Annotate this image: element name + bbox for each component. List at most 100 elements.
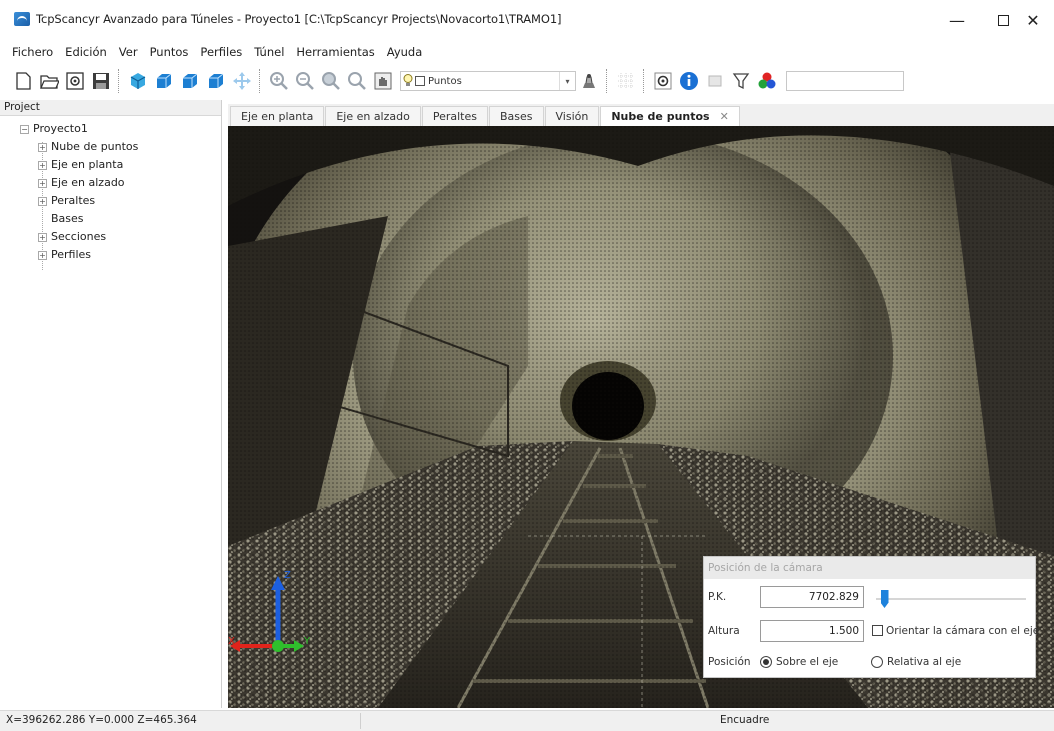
light-bulb-icon [403, 74, 413, 86]
orient-camera-checkbox[interactable] [872, 625, 883, 636]
expand-icon[interactable]: + [38, 160, 47, 170]
document-tabs: Eje en planta Eje en alzado Peraltes Bas… [228, 104, 1054, 126]
tree-item-label: Nube de puntos [51, 140, 139, 153]
camera-panel-title: Posición de la cámara [704, 557, 1035, 579]
tab-eje-en-alzado[interactable]: Eje en alzado [325, 106, 421, 126]
cube-view-icon[interactable] [126, 69, 150, 93]
project-tree: − Proyecto1 + Nube de puntos + Eje en plant… [0, 116, 221, 270]
tree-item-bases[interactable]: Bases [0, 210, 221, 228]
tree-item-eje-en-planta[interactable]: + Eje en planta [0, 156, 221, 174]
relative-axis-radio[interactable] [871, 656, 883, 668]
grid-icon[interactable] [614, 69, 638, 93]
tab-bases[interactable]: Bases [488, 106, 544, 126]
height-row: Altura 1.500 Orientar la cámara con el e… [704, 620, 1039, 642]
info-icon[interactable] [677, 69, 701, 93]
title-bar: TcpScancyr Avanzado para Túneles - Proye… [0, 0, 1054, 40]
zoom-out-icon[interactable] [293, 69, 317, 93]
cursor-coordinates: X=396262.286 Y=0.000 Z=465.364 [6, 714, 197, 726]
x-axis-label: X [228, 636, 235, 647]
status-separator [360, 713, 361, 729]
menu-ver[interactable]: Ver [119, 45, 138, 59]
tree-item-proyecto1[interactable]: − Proyecto1 [0, 120, 221, 138]
pk-input[interactable]: 7702.829 [760, 586, 864, 608]
toolbar-search-field[interactable] [786, 71, 904, 91]
blue-box-icon[interactable] [178, 69, 202, 93]
toolbar-separator [259, 69, 262, 93]
status-bar: X=396262.286 Y=0.000 Z=465.364 Encuadre [0, 710, 1054, 731]
points-layer-combo[interactable]: Puntos ▾ [400, 71, 576, 91]
toolbar-separator [643, 69, 646, 93]
menu-bar: Fichero Edición Ver Puntos Perfiles Túne… [0, 42, 1054, 62]
tree-item-peraltes[interactable]: + Peraltes [0, 192, 221, 210]
expand-icon[interactable]: + [38, 196, 47, 206]
expand-icon[interactable]: + [38, 232, 47, 242]
tree-item-eje-en-alzado[interactable]: + Eje en alzado [0, 174, 221, 192]
height-input[interactable]: 1.500 [760, 620, 864, 642]
tab-peraltes[interactable]: Peraltes [421, 106, 488, 126]
tree-item-nube-de-puntos[interactable]: + Nube de puntos [0, 138, 221, 156]
toolbar-separator [118, 69, 121, 93]
menu-herramientas[interactable]: Herramientas [296, 45, 374, 59]
navigation-mode: Encuadre [720, 714, 770, 726]
on-axis-label: Sobre el eje [776, 656, 839, 668]
color-palette-icon[interactable] [755, 69, 779, 93]
pk-row: P.K. 7702.829 [704, 586, 1035, 608]
menu-puntos[interactable]: Puntos [150, 45, 189, 59]
filter-icon[interactable] [729, 69, 753, 93]
open-folder-icon[interactable] [37, 69, 61, 93]
expand-icon[interactable]: + [38, 178, 47, 188]
tree-item-label: Eje en alzado [51, 176, 125, 189]
minimize-button[interactable]: — [934, 6, 980, 34]
close-button[interactable]: ✕ [1010, 6, 1054, 34]
tab-nube-de-puntos[interactable]: Nube de puntos ✕ [600, 106, 740, 126]
pan-cross-icon[interactable] [230, 69, 254, 93]
zoom-window-icon[interactable] [319, 69, 343, 93]
expand-icon[interactable]: + [38, 250, 47, 260]
menu-perfiles[interactable]: Perfiles [200, 45, 242, 59]
zoom-extent-icon[interactable] [345, 69, 369, 93]
orient-camera-label: Orientar la cámara con el eje [886, 625, 1040, 637]
camera-position-panel: Posición de la cámara P.K. 7702.829 Altu… [703, 556, 1039, 678]
tab-vision[interactable]: Visión [544, 106, 600, 126]
new-file-icon[interactable] [11, 69, 35, 93]
pk-slider-track[interactable] [876, 598, 1026, 600]
maximize-icon [997, 14, 1009, 26]
tab-label: Nube de puntos [611, 110, 710, 123]
height-label: Altura [708, 625, 740, 637]
save-icon[interactable] [89, 69, 113, 93]
tree-item-secciones[interactable]: + Secciones [0, 228, 221, 246]
menu-tunel[interactable]: Túnel [254, 45, 284, 59]
wireframe-box-icon[interactable] [152, 69, 176, 93]
toolbar-separator [606, 69, 609, 93]
chevron-down-icon[interactable]: ▾ [559, 72, 575, 90]
zoom-in-icon[interactable] [267, 69, 291, 93]
blue-box-alt-icon[interactable] [204, 69, 228, 93]
menu-fichero[interactable]: Fichero [12, 45, 53, 59]
window-title: TcpScancyr Avanzado para Túneles - Proye… [36, 12, 562, 26]
tab-eje-en-planta[interactable]: Eje en planta [230, 106, 325, 126]
scanner-icon[interactable] [577, 69, 601, 93]
app-logo-icon [14, 12, 30, 26]
menu-edicion[interactable]: Edición [65, 45, 107, 59]
axis-origin [272, 640, 284, 652]
expand-icon[interactable]: + [38, 142, 47, 152]
target-gear-icon[interactable] [651, 69, 675, 93]
project-panel: Project − Proyecto1 + Nube de puntos + Eje … [0, 100, 222, 708]
tree-item-perfiles[interactable]: + Perfiles [0, 246, 221, 264]
on-axis-radio[interactable] [760, 656, 772, 668]
axis-gizmo: X Y Z [228, 570, 311, 652]
position-label: Posición [708, 656, 751, 668]
main-toolbar: Puntos ▾ [0, 64, 1054, 98]
settings-disk-icon[interactable] [63, 69, 87, 93]
panel-icon[interactable] [703, 69, 727, 93]
menu-ayuda[interactable]: Ayuda [387, 45, 423, 59]
close-tab-icon[interactable]: ✕ [720, 110, 729, 123]
hand-pan-icon[interactable] [371, 69, 395, 93]
collapse-icon[interactable]: − [20, 124, 29, 134]
tree-item-label: Peraltes [51, 194, 96, 207]
pk-slider-thumb[interactable] [880, 590, 889, 608]
pk-label: P.K. [708, 591, 727, 603]
tree-item-label: Eje en planta [51, 158, 124, 171]
points-visible-checkbox[interactable] [415, 76, 425, 86]
tree-root-label: Proyecto1 [33, 122, 88, 135]
